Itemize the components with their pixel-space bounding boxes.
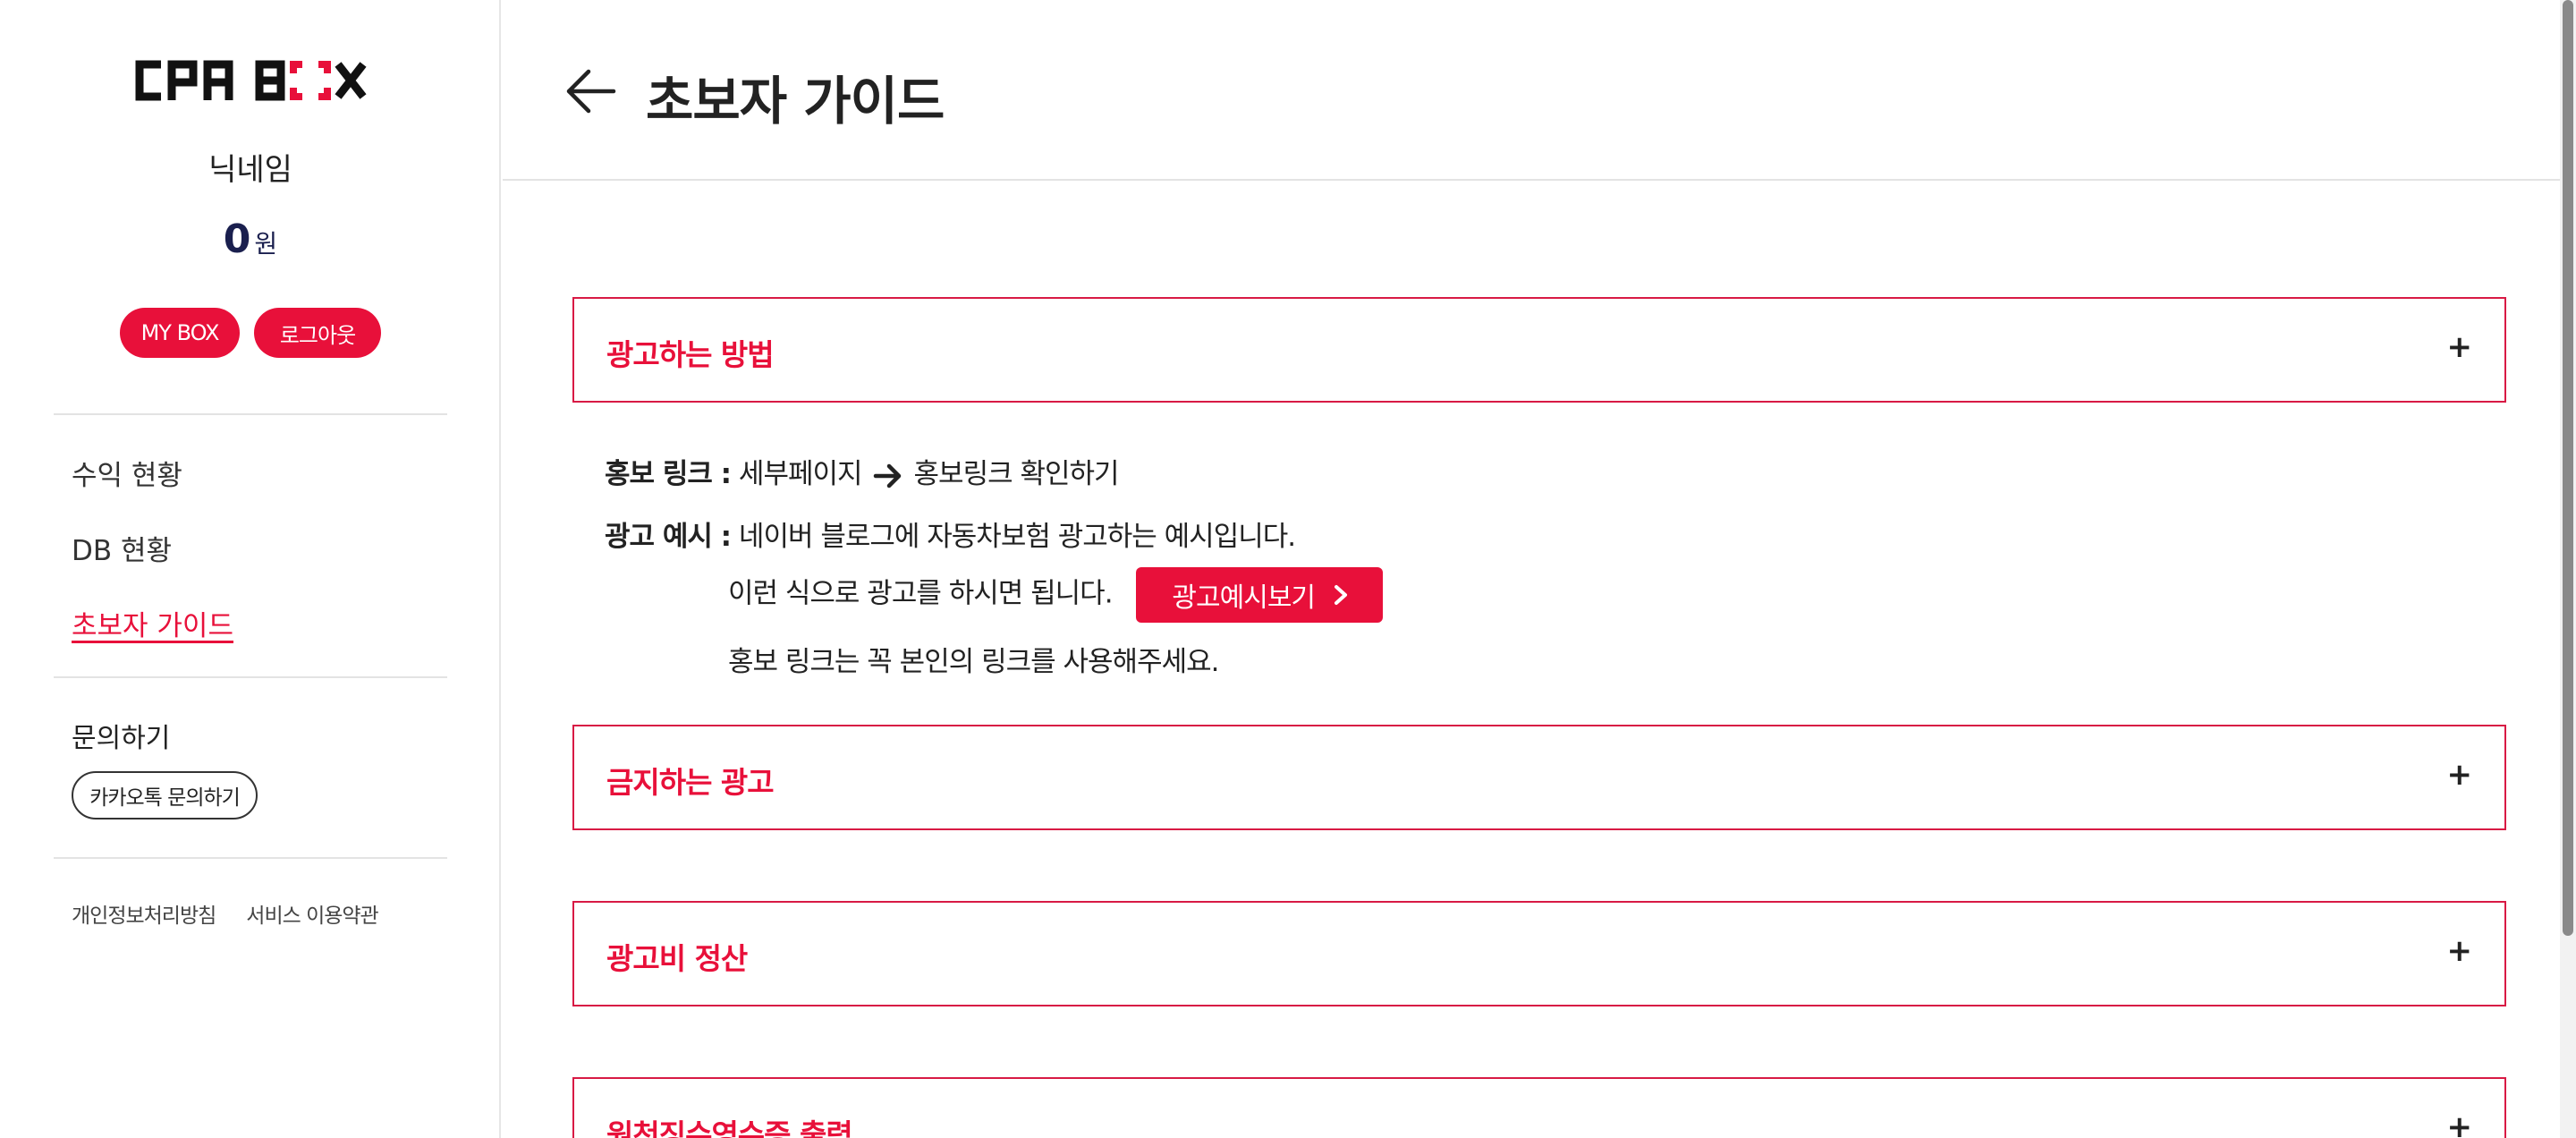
accordion-prohibited-ads[interactable]: 금지하는 광고 + bbox=[572, 725, 2506, 830]
terms-of-service-link[interactable]: 서비스 이용약관 bbox=[246, 898, 378, 929]
footer-links: 개인정보처리방침 서비스 이용약관 bbox=[72, 898, 379, 929]
balance-unit: 원 bbox=[254, 229, 278, 259]
promo-link-to: 홍보링크 확인하기 bbox=[913, 458, 1120, 490]
logout-button[interactable]: 로그아웃 bbox=[254, 308, 381, 358]
ad-preview-label: 광고예시보기 bbox=[1172, 582, 1316, 614]
sidebar-item-revenue[interactable]: 수익 현황 bbox=[72, 453, 182, 493]
kakao-inquiry-button[interactable]: 카카오톡 문의하기 bbox=[72, 771, 258, 820]
sidebar-item-db[interactable]: DB 현황 bbox=[72, 528, 172, 568]
privacy-policy-link[interactable]: 개인정보처리방침 bbox=[72, 898, 216, 929]
scrollbar-thumb[interactable] bbox=[2563, 0, 2573, 936]
page-header: 초보자 가이드 bbox=[503, 0, 2560, 181]
accordion-title: 광고비 정산 bbox=[606, 941, 748, 976]
promo-link-label: 홍보 링크 : bbox=[605, 458, 732, 490]
balance: 0원 bbox=[0, 217, 501, 262]
plus-icon[interactable]: + bbox=[2447, 757, 2473, 793]
accordion-how-to-advertise[interactable]: 광고하는 방법 + bbox=[572, 297, 2506, 403]
page-title: 초보자 가이드 bbox=[646, 71, 945, 132]
chevron-right-icon bbox=[1335, 585, 1348, 605]
plus-icon[interactable]: + bbox=[2447, 1109, 2473, 1138]
accordion-title: 광고하는 방법 bbox=[606, 337, 775, 372]
divider bbox=[54, 857, 447, 859]
ad-preview-button[interactable]: 광고예시보기 bbox=[1136, 567, 1384, 623]
howto-line: 이런 식으로 광고를 하시면 됩니다. 광고예시보기 bbox=[728, 567, 1384, 623]
plus-icon[interactable]: + bbox=[2447, 933, 2473, 969]
accordion-ad-settlement[interactable]: 광고비 정산 + bbox=[572, 901, 2506, 1006]
ad-example-label: 광고 예시 : bbox=[605, 521, 732, 553]
accordion-title: 원천징수영수증 출력 bbox=[606, 1117, 853, 1138]
accordion-title: 금지하는 광고 bbox=[606, 765, 775, 800]
logo-image bbox=[135, 60, 367, 101]
accordion-withholding-receipt[interactable]: 원천징수영수증 출력 + bbox=[572, 1077, 2506, 1138]
plus-icon[interactable]: + bbox=[2447, 329, 2473, 365]
sidebar-item-beginner-guide[interactable]: 초보자 가이드 bbox=[72, 603, 233, 643]
logo[interactable] bbox=[134, 59, 369, 102]
ad-example-text: 네이버 블로그에 자동차보험 광고하는 예시입니다. bbox=[738, 521, 1296, 553]
divider bbox=[54, 676, 447, 678]
arrow-right-icon bbox=[873, 463, 901, 488]
note-line: 홍보 링크는 꼭 본인의 링크를 사용해주세요. bbox=[728, 646, 1219, 678]
divider bbox=[54, 413, 447, 415]
howto-text: 이런 식으로 광고를 하시면 됩니다. bbox=[728, 577, 1114, 610]
nickname: 닉네임 bbox=[208, 152, 292, 188]
inquiry-label: 문의하기 bbox=[72, 723, 171, 754]
arrow-left-icon[interactable] bbox=[562, 63, 619, 120]
sidebar: 닉네임 0원 MY BOX 로그아웃 수익 현황 DB 현황 초보자 가이드 문… bbox=[0, 0, 501, 1138]
scrollbar[interactable] bbox=[2560, 0, 2576, 1138]
account-buttons: MY BOX 로그아웃 bbox=[0, 308, 501, 358]
promo-link-line: 홍보 링크 : 세부페이지 홍보링크 확인하기 bbox=[605, 451, 1120, 491]
promo-link-from: 세부페이지 bbox=[738, 458, 863, 490]
balance-amount: 0 bbox=[223, 217, 251, 262]
main-content: 초보자 가이드 광고하는 방법 + 홍보 링크 : 세부페이지 홍보링크 확인하기… bbox=[503, 0, 2560, 1138]
ad-example-line: 광고 예시 : 네이버 블로그에 자동차보험 광고하는 예시입니다. bbox=[605, 514, 1296, 554]
mybox-button[interactable]: MY BOX bbox=[120, 308, 240, 358]
